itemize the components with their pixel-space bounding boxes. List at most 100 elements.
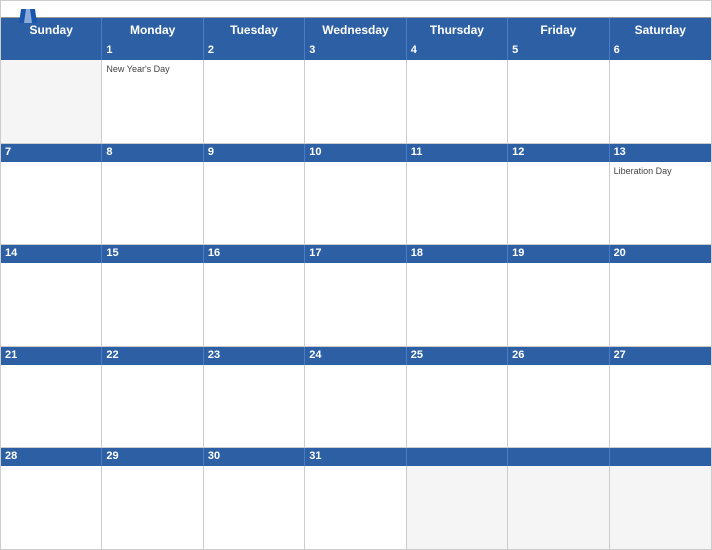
week-days-row: New Year's Day [1,60,711,143]
day-header-wednesday: Wednesday [305,18,406,42]
week-2: 78910111213 Liberation Day [1,144,711,246]
day-cell [407,466,508,549]
week-num-cell: 25 [407,347,508,365]
day-cell [610,466,711,549]
day-cell [508,466,609,549]
week-num-cell: 26 [508,347,609,365]
week-num-cell: 21 [1,347,102,365]
day-cell [610,60,711,143]
week-num-cell: 22 [102,347,203,365]
day-cell [204,60,305,143]
week-num-cell: 20 [610,245,711,263]
week-num-cell: 3 [305,42,406,60]
week-nums-row: 28293031 [1,448,711,466]
day-cell [508,162,609,245]
week-num-cell: 2 [204,42,305,60]
week-num-cell: 14 [1,245,102,263]
day-header-thursday: Thursday [407,18,508,42]
week-num-cell: 4 [407,42,508,60]
day-cell [407,60,508,143]
week-num-cell: 23 [204,347,305,365]
week-nums-row: 14151617181920 [1,245,711,263]
day-cell [305,263,406,346]
week-days-row [1,365,711,448]
day-cell [508,263,609,346]
day-cell [204,263,305,346]
calendar-grid: SundayMondayTuesdayWednesdayThursdayFrid… [1,17,711,549]
day-cell [305,162,406,245]
day-header-tuesday: Tuesday [204,18,305,42]
day-header-saturday: Saturday [610,18,711,42]
week-num-cell [610,448,711,466]
day-cell [610,263,711,346]
week-3: 14151617181920 [1,245,711,347]
day-header-monday: Monday [102,18,203,42]
day-cell [102,365,203,448]
week-num-cell: 18 [407,245,508,263]
week-num-cell: 19 [508,245,609,263]
week-num-cell [407,448,508,466]
logo-icon [19,9,37,23]
day-cell [102,162,203,245]
day-cell [1,263,102,346]
day-cell [204,365,305,448]
day-cell [1,466,102,549]
day-cell [610,365,711,448]
week-num-cell: 5 [508,42,609,60]
week-num-cell: 10 [305,144,406,162]
week-num-cell: 11 [407,144,508,162]
week-num-cell: 12 [508,144,609,162]
week-days-row [1,466,711,549]
week-num-cell: 9 [204,144,305,162]
day-cell [508,365,609,448]
week-num-cell: 28 [1,448,102,466]
day-cell [407,263,508,346]
day-cell [305,466,406,549]
day-cell [305,365,406,448]
week-num-cell: 16 [204,245,305,263]
week-1: 123456 New Year's Day [1,42,711,144]
week-days-row [1,263,711,346]
holiday-label: New Year's Day [106,64,198,74]
day-cell: New Year's Day [102,60,203,143]
day-header-friday: Friday [508,18,609,42]
week-num-cell: 8 [102,144,203,162]
weeks-container: 123456New Year's Day78910111213Liberatio… [1,42,711,549]
day-cell [305,60,406,143]
week-4: 21222324252627 [1,347,711,449]
day-cell [204,162,305,245]
week-num-cell: 17 [305,245,406,263]
day-cell [407,162,508,245]
calendar: SundayMondayTuesdayWednesdayThursdayFrid… [0,0,712,550]
day-cell [1,162,102,245]
week-num-cell: 31 [305,448,406,466]
week-days-row: Liberation Day [1,162,711,245]
holiday-label: Liberation Day [614,166,707,176]
week-num-cell [508,448,609,466]
day-cell [1,365,102,448]
day-cell [102,263,203,346]
week-num-cell [1,42,102,60]
week-5: 28293031 [1,448,711,549]
week-num-cell: 24 [305,347,406,365]
day-cell [508,60,609,143]
week-num-cell: 6 [610,42,711,60]
calendar-header [1,1,711,17]
week-num-cell: 1 [102,42,203,60]
day-cell [204,466,305,549]
day-cell: Liberation Day [610,162,711,245]
week-num-cell: 7 [1,144,102,162]
week-num-cell: 13 [610,144,711,162]
day-cell [407,365,508,448]
week-num-cell: 29 [102,448,203,466]
week-num-cell: 15 [102,245,203,263]
day-cell [102,466,203,549]
week-nums-row: 123456 [1,42,711,60]
week-nums-row: 78910111213 [1,144,711,162]
week-nums-row: 21222324252627 [1,347,711,365]
day-headers-row: SundayMondayTuesdayWednesdayThursdayFrid… [1,18,711,42]
week-num-cell: 30 [204,448,305,466]
week-num-cell: 27 [610,347,711,365]
day-cell [1,60,102,143]
logo [17,9,37,23]
